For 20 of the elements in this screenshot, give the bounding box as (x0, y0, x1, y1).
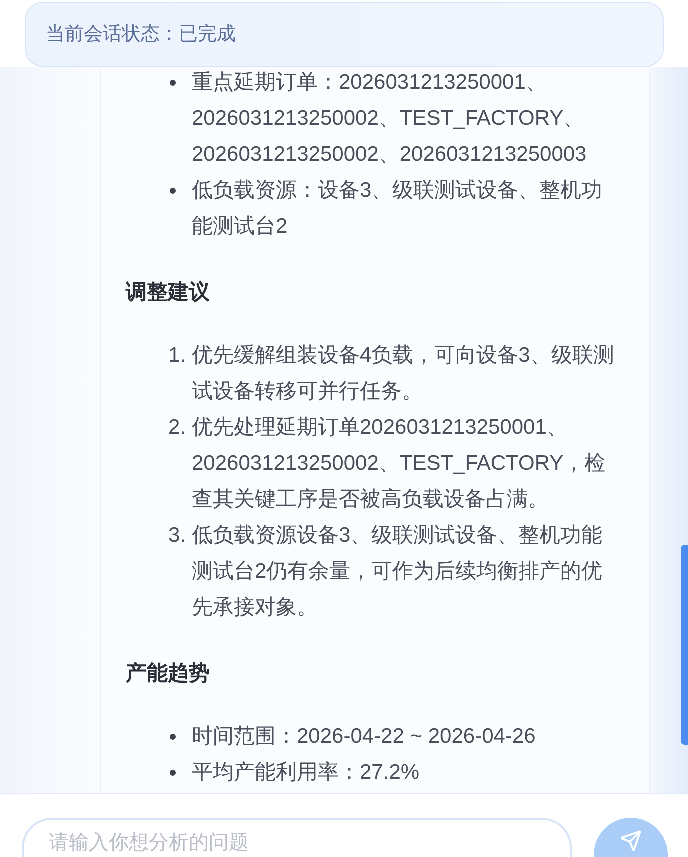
list-item-text: 重点延期订单：2026031213250001、2026031213250002、TEST_FACTORY、2026031213250002、2026031213250003 (192, 70, 588, 168)
bullet-icon (170, 80, 176, 86)
list-item-text: 优先处理延期订单2026031213250001、2026031213250002、TEST_FACTORY，检查其关键工序是否被高负载设备占满。 (192, 415, 607, 513)
list-item-text: 时间范围：2026-04-22 ~ 2026-04-26 (192, 724, 537, 750)
section-heading: 产能趋势 (126, 661, 211, 687)
bullet-icon (170, 770, 176, 776)
section-heading: 调整建议 (126, 280, 211, 306)
send-icon (620, 830, 642, 852)
status-text: 当前会话状态：已完成 (46, 22, 236, 46)
input-field[interactable]: 请输入你想分析的问题 (22, 818, 572, 857)
list-number: 1. (168, 343, 186, 369)
list-item-text: 优先缓解组装设备4负载，可向设备3、级联测试设备转移可并行任务。 (192, 343, 616, 405)
bullet-icon (170, 188, 176, 194)
bullet-icon (170, 734, 176, 740)
list-item-text: 低负载资源：设备3、级联测试设备、整机功能测试台2 (192, 178, 604, 240)
list-item-text: 平均产能利用率：27.2% (192, 760, 421, 786)
scrollbar-thumb[interactable] (681, 545, 688, 745)
list-item-text: 低负载资源设备3、级联测试设备、整机功能测试台2仍有余量，可作为后续均衡排产的优先承接对象。 (192, 523, 604, 621)
list-number: 2. (168, 415, 186, 441)
list-number: 3. (168, 523, 186, 549)
